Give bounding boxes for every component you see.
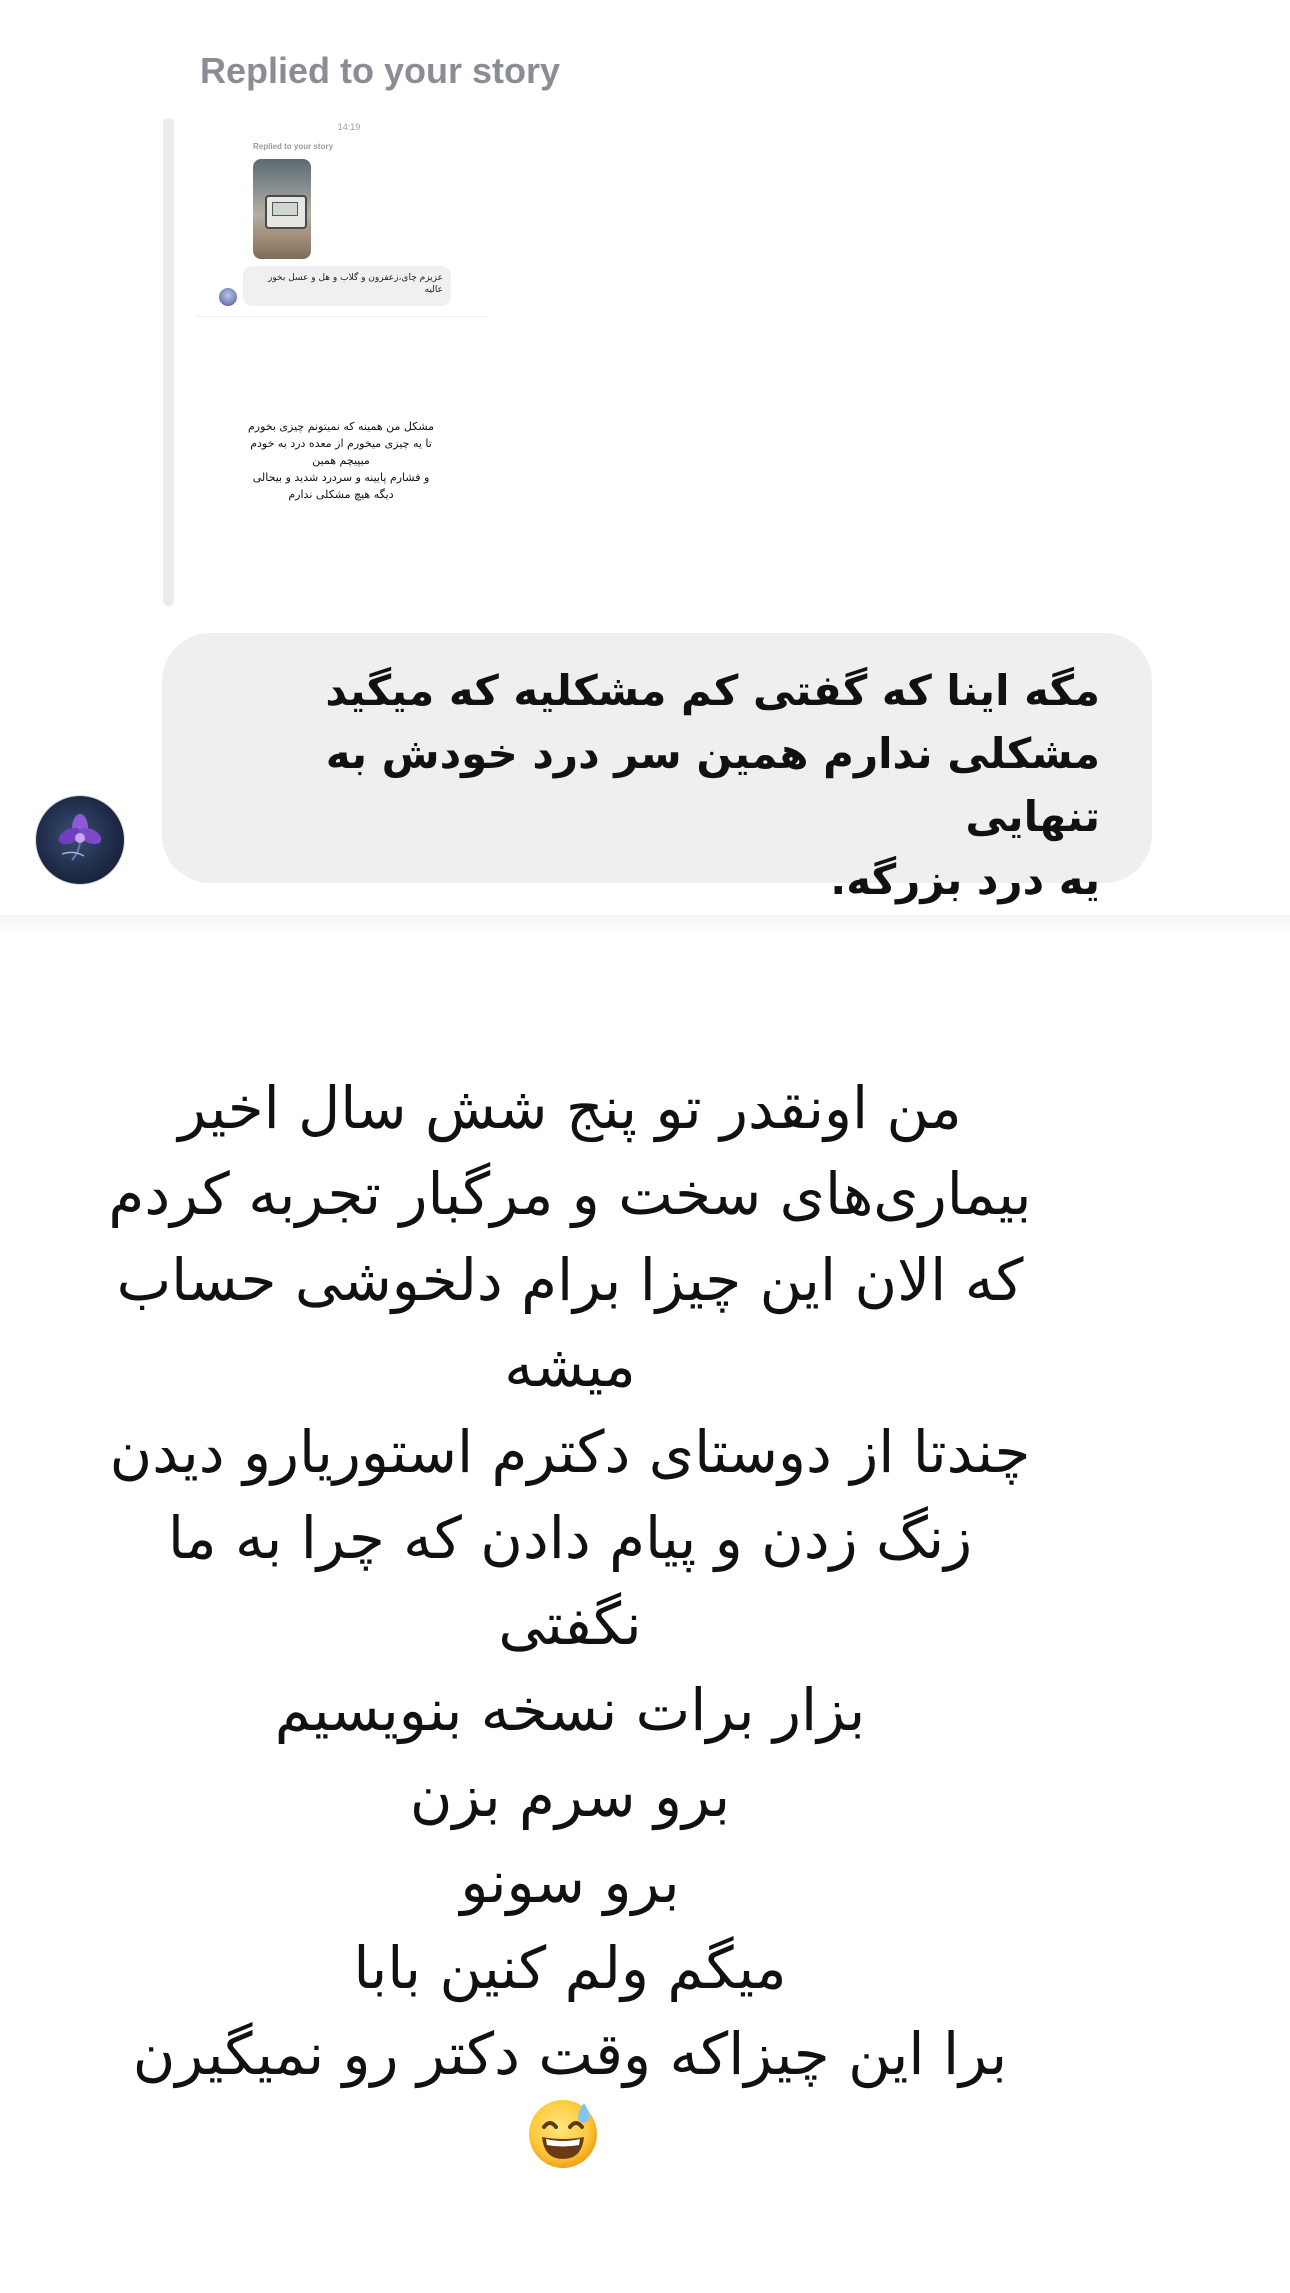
story-caption: من اونقدر تو پنج شش سال اخیر بیماری‌های …	[100, 1065, 1040, 2184]
flower-icon	[58, 814, 102, 861]
story-preview-text: مشکل من همینه که نمیتونم چیزی بخورم تا ی…	[247, 420, 435, 501]
replied-to-story-label: Replied to your story	[200, 50, 561, 91]
message-text: مگه اینا که گفتی کم مشکلیه که میگید مشکل…	[325, 666, 1100, 904]
story-caption-last-line-text: برا این چیزاکه وقت دکتر رو نمیگیرن	[132, 2020, 1008, 2088]
story-preview-avatar	[219, 288, 237, 306]
story-preview-replied-label: Replied to your story	[253, 142, 334, 151]
device-image	[265, 195, 307, 229]
story-preview-thumbnail[interactable]: 14:19 Replied to your story عزیزم چای،زع…	[196, 118, 502, 513]
sender-avatar[interactable]	[36, 796, 124, 884]
grinning-sweat-face-icon	[529, 2100, 597, 2168]
story-preview-image	[253, 159, 311, 259]
section-separator	[0, 915, 1290, 935]
quote-bar	[163, 118, 174, 606]
story-preview-reply-bubble: عزیزم چای،زعفرون و گلاب و هل و عسل بخور …	[243, 266, 451, 306]
story-preview-divider	[196, 316, 486, 317]
message-bubble[interactable]: مگه اینا که گفتی کم مشکلیه که میگید مشکل…	[162, 633, 1152, 904]
story-caption-lines: من اونقدر تو پنج شش سال اخیر بیماری‌های …	[108, 1074, 1032, 2002]
story-preview-time: 14:19	[337, 122, 361, 132]
story-caption-last-line: برا این چیزاکه وقت دکتر رو نمیگیرن	[133, 2020, 1007, 2175]
